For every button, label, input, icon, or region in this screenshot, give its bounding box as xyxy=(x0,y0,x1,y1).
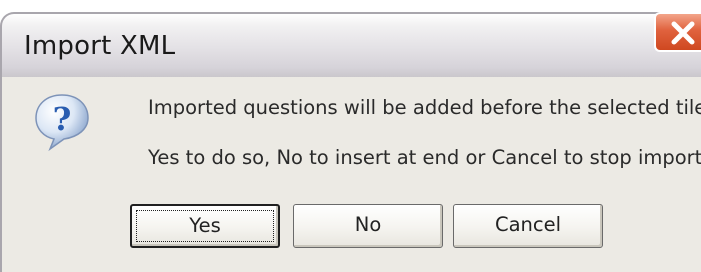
message-line-1: Imported questions will be added before … xyxy=(148,96,701,119)
title-bar[interactable]: Import XML xyxy=(0,12,701,77)
yes-button[interactable]: Yes xyxy=(130,204,280,248)
dialog-window: Import XML ? Imported questions will be … xyxy=(0,0,701,272)
question-icon: ? xyxy=(35,94,89,152)
yes-button-label: Yes xyxy=(189,214,221,237)
cancel-button[interactable]: Cancel xyxy=(453,204,603,248)
svg-text:?: ? xyxy=(53,100,72,138)
no-button-label: No xyxy=(354,213,382,236)
message-line-2: Yes to do so, No to insert at end or Can… xyxy=(148,146,701,169)
close-icon xyxy=(671,21,695,45)
dialog-title: Import XML xyxy=(24,31,176,61)
dialog-body: ? Imported questions will be added befor… xyxy=(0,77,701,272)
close-button[interactable] xyxy=(654,12,701,52)
no-button[interactable]: No xyxy=(293,204,443,248)
cancel-button-label: Cancel xyxy=(494,213,562,236)
